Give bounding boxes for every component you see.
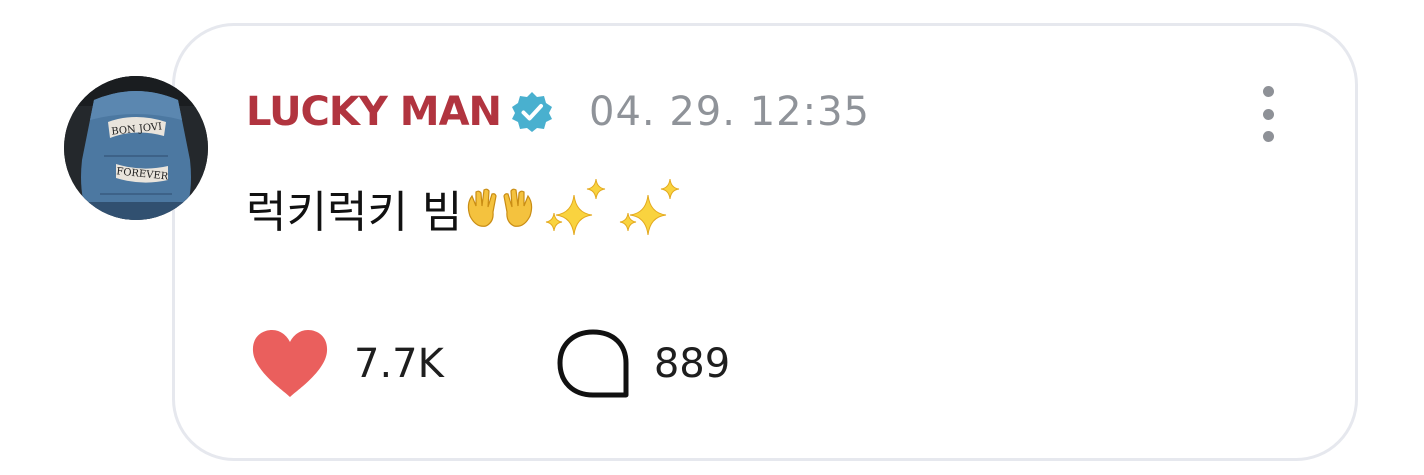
sparkles-emoji-icon xyxy=(614,173,684,243)
message-text: 럭키럭키 빔 xyxy=(246,187,463,238)
like-button[interactable]: 7.7K xyxy=(250,327,444,401)
post-timestamp: 04. 29. 12:35 xyxy=(589,89,870,135)
username[interactable]: LUCKY MAN xyxy=(246,89,502,135)
comment-bubble-icon xyxy=(556,327,630,401)
more-dot xyxy=(1262,108,1274,120)
like-count: 7.7K xyxy=(354,341,444,387)
sparkles-emoji-icon xyxy=(540,173,610,243)
comment-count: 889 xyxy=(653,341,731,387)
more-vertical-icon xyxy=(1262,86,1274,97)
heart-icon xyxy=(250,327,330,401)
post-message: 럭키럭키 빔 xyxy=(246,168,684,248)
open-hands-emoji-icon xyxy=(464,186,536,230)
comment-button[interactable]: 889 xyxy=(556,327,730,401)
more-options-button[interactable] xyxy=(1248,82,1288,146)
avatar-image: BON JOVI FOREVER xyxy=(64,76,208,220)
post-header: LUCKY MAN 04. 29. 12:35 xyxy=(246,82,870,142)
avatar[interactable]: BON JOVI FOREVER xyxy=(64,76,208,220)
verified-badge-icon xyxy=(511,91,553,133)
more-dot xyxy=(1262,131,1274,142)
post-actions: 7.7K 889 xyxy=(250,326,730,402)
